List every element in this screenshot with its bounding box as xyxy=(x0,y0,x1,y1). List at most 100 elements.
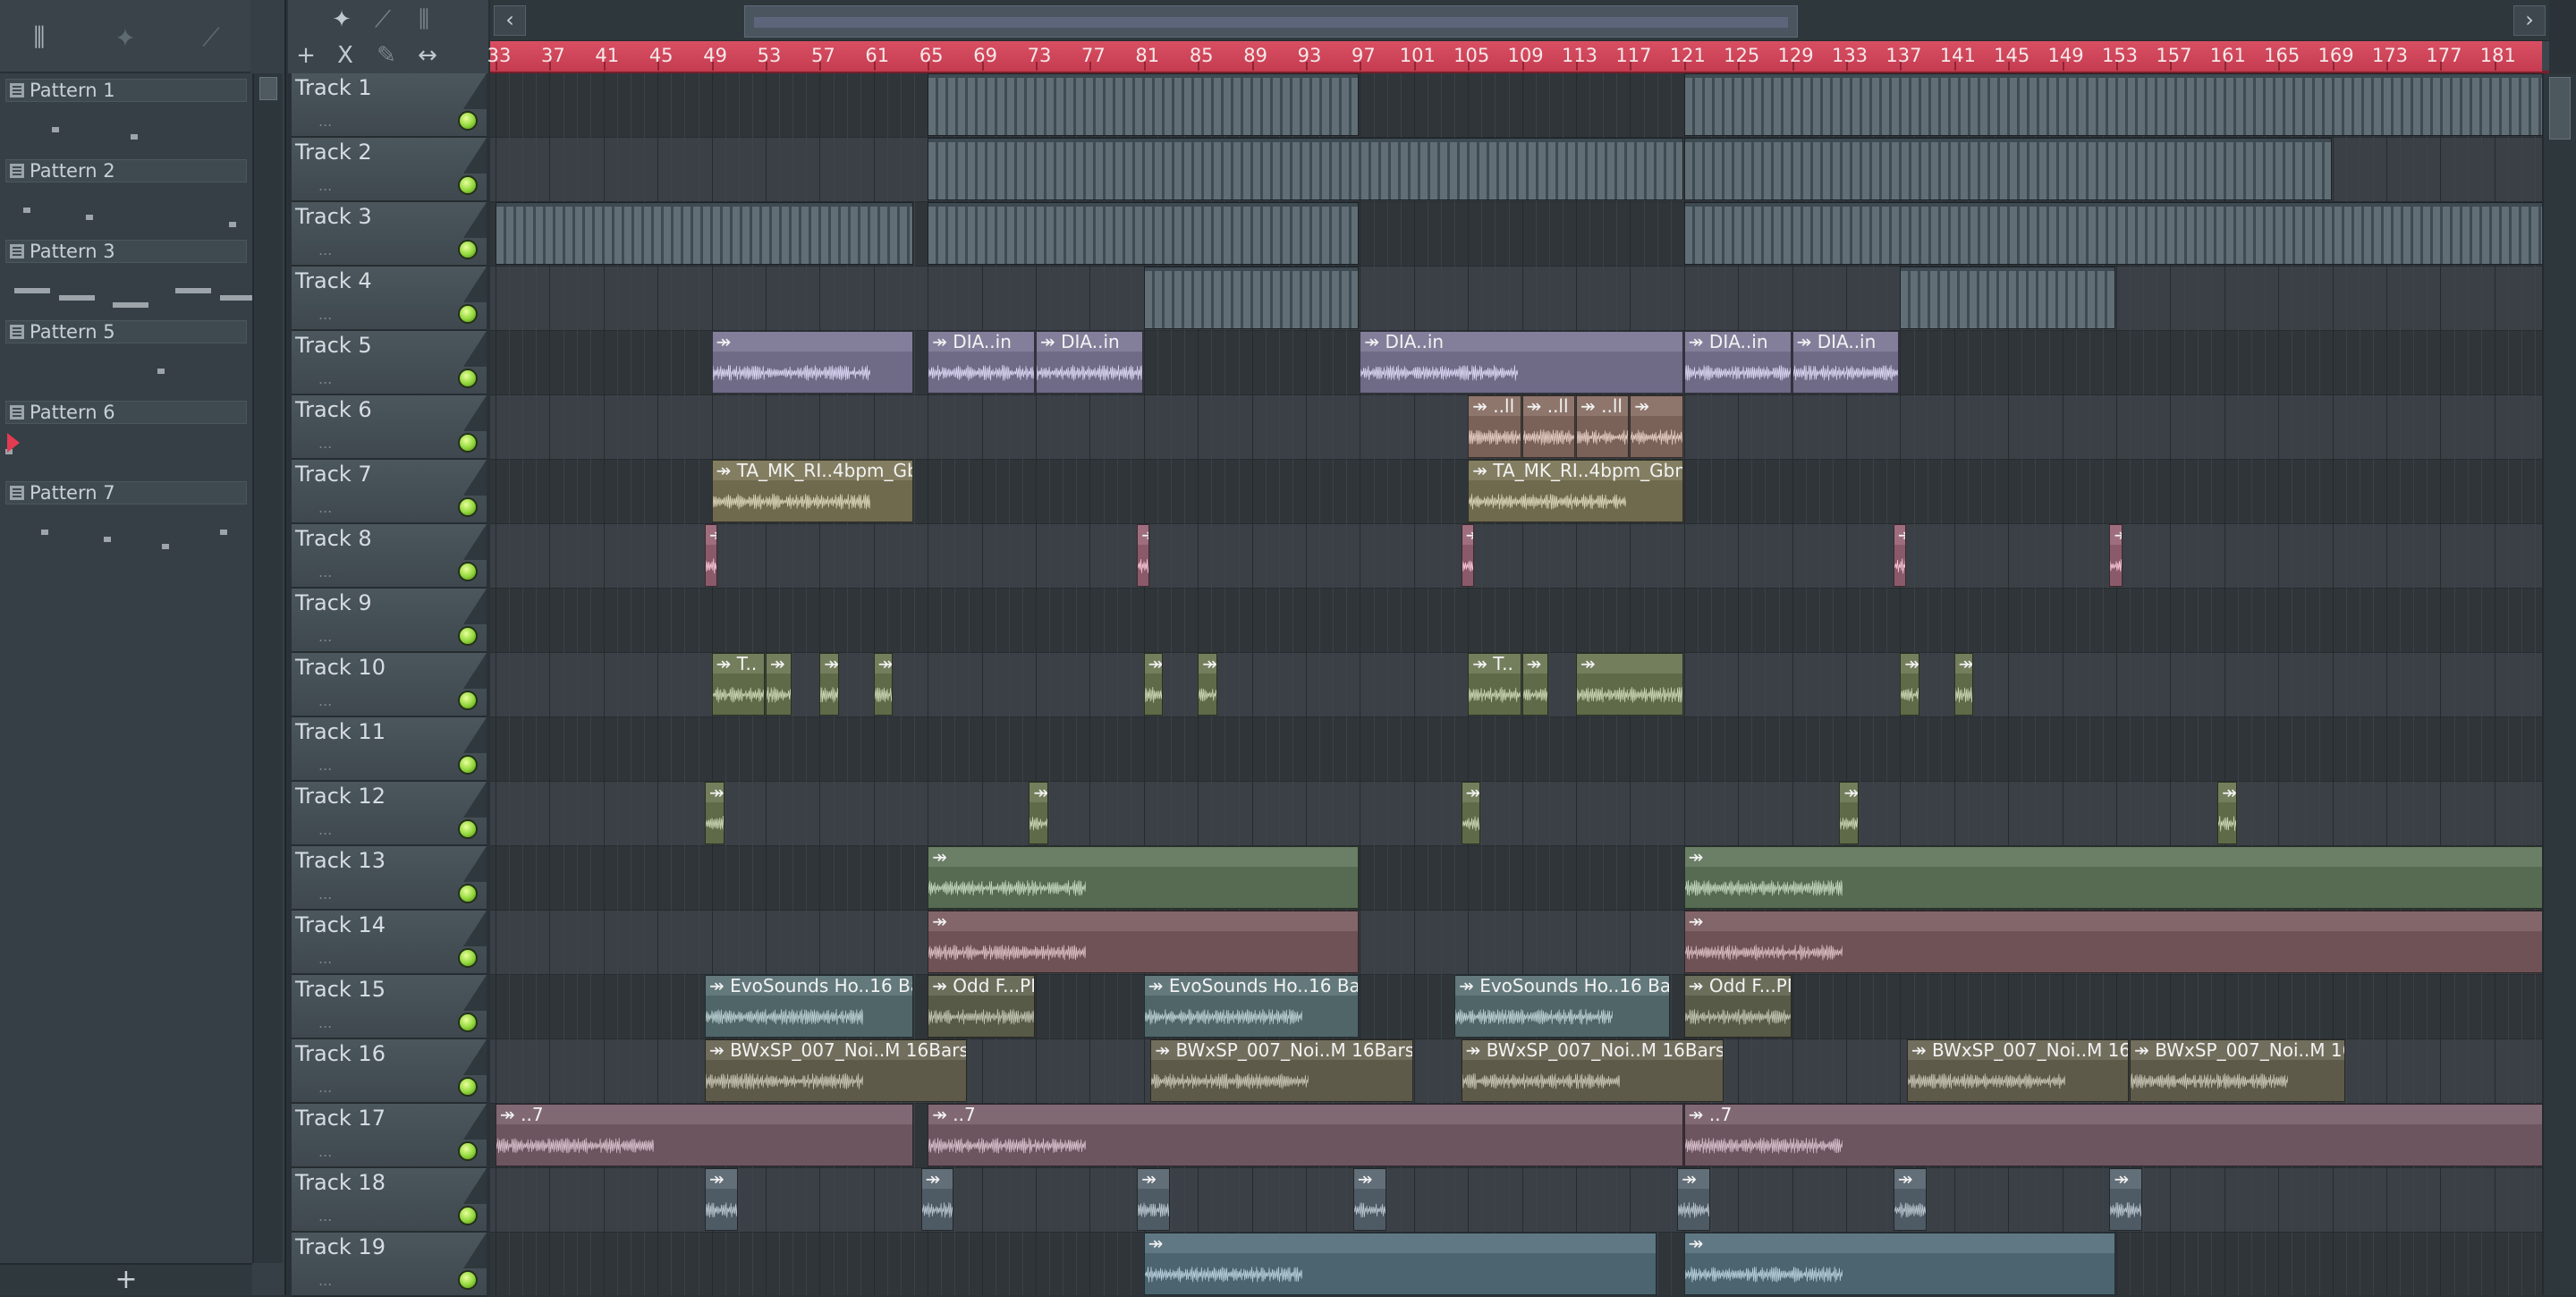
audio-clip[interactable]: ↠ xyxy=(705,1168,738,1231)
track-mute-led-icon[interactable] xyxy=(458,240,478,259)
audio-clip[interactable]: ↠ xyxy=(1461,782,1481,844)
pattern-clip[interactable] xyxy=(1143,267,1360,329)
audio-clip[interactable]: ↠ xyxy=(1576,653,1683,716)
audio-clip[interactable]: ↠ ..ll xyxy=(1468,395,1521,458)
track-mute-led-icon[interactable] xyxy=(458,1013,478,1032)
track-options-dots[interactable]: ... xyxy=(318,435,332,452)
track-options-dots[interactable]: ... xyxy=(318,1208,332,1225)
track-options-dots[interactable]: ... xyxy=(318,821,332,838)
pattern-item[interactable]: Pattern 7 xyxy=(5,476,247,556)
track-mute-led-icon[interactable] xyxy=(458,304,478,324)
track-options-dots[interactable]: ... xyxy=(318,757,332,774)
audio-clip[interactable]: ↠ xyxy=(1900,653,1920,716)
audio-clip[interactable]: ↠ xyxy=(819,653,840,716)
track-options-dots[interactable]: ... xyxy=(318,1014,332,1031)
pattern-clip[interactable] xyxy=(1683,138,2332,200)
audio-clip[interactable]: ↠ xyxy=(766,653,792,716)
track-header[interactable]: Track 17... xyxy=(292,1104,487,1168)
add-track-button[interactable]: + xyxy=(288,39,324,72)
audio-clip[interactable]: ↠ BWxSP_007_Noi..M 16Bars+Tail xyxy=(705,1039,968,1102)
track-options-dots[interactable]: ... xyxy=(318,113,332,130)
track-mute-led-icon[interactable] xyxy=(458,369,478,388)
overview-window[interactable] xyxy=(744,5,1798,38)
scroll-right-button[interactable]: › xyxy=(2513,5,2546,36)
pattern-label[interactable]: Pattern 5 xyxy=(5,320,247,343)
vertical-scroll-thumb[interactable] xyxy=(2549,77,2571,140)
pattern-clip[interactable] xyxy=(1683,202,2542,265)
audio-clip[interactable]: ↠ ..ll xyxy=(1576,395,1630,458)
track-lane[interactable] xyxy=(490,1168,2542,1233)
audio-clip[interactable]: ↠ xyxy=(1461,524,1474,587)
track-header[interactable]: Track 3... xyxy=(292,202,487,267)
add-pattern-button[interactable]: + xyxy=(0,1263,252,1295)
track-mute-led-icon[interactable] xyxy=(458,948,478,968)
track-options-dots[interactable]: ... xyxy=(318,499,332,516)
audio-clip[interactable]: ↠ xyxy=(711,331,914,394)
track-header[interactable]: Track 5... xyxy=(292,331,487,395)
track-options-dots[interactable]: ... xyxy=(318,370,332,387)
track-lane[interactable] xyxy=(490,589,2542,653)
track-mute-led-icon[interactable] xyxy=(458,1141,478,1161)
track-lane[interactable] xyxy=(490,267,2542,331)
audio-clip[interactable]: ↠ ..7 xyxy=(496,1104,914,1166)
audio-clip[interactable]: ↠ xyxy=(2217,782,2237,844)
playlist-grid[interactable]: ↠ ↠ DIA..in ↠ DIA..in ↠ DIA..in ↠ DIA..in ↠ D… xyxy=(490,73,2542,1295)
timeline-ruler[interactable]: 33 37 41 45 49 53 57 61 65 69 73 77 81 85 89 93 97 101 105… xyxy=(487,41,2549,73)
track-header[interactable]: Track 15... xyxy=(292,975,487,1039)
track-header[interactable]: Track 2... xyxy=(292,138,487,202)
audio-clip[interactable]: ↠ TA_MK_RI..4bpm_Gbm xyxy=(711,460,914,522)
track-options-dots[interactable]: ... xyxy=(318,564,332,581)
audio-clip[interactable]: ↠ xyxy=(928,846,1360,909)
audio-clip[interactable]: ↠ xyxy=(928,911,1360,973)
track-mute-led-icon[interactable] xyxy=(458,111,478,131)
track-header[interactable]: Track 4... xyxy=(292,267,487,331)
pattern-clip[interactable] xyxy=(928,73,1360,136)
piano-roll-icon[interactable]: ⫼ xyxy=(20,21,59,54)
track-header[interactable]: Track 18... xyxy=(292,1168,487,1233)
playlist-vertical-scrollbar[interactable] xyxy=(2542,73,2576,1295)
pattern-clip[interactable] xyxy=(1683,73,2542,136)
track-mute-led-icon[interactable] xyxy=(458,175,478,195)
pattern-clip[interactable] xyxy=(928,202,1360,265)
pattern-item[interactable]: Pattern 1 xyxy=(5,73,247,154)
scroll-left-button[interactable]: ‹ xyxy=(494,5,526,36)
picker-scrollbar[interactable] xyxy=(252,73,283,1263)
pattern-label[interactable]: Pattern 7 xyxy=(5,481,247,504)
audio-clip[interactable]: ↠ T.. xyxy=(711,653,765,716)
audio-clip[interactable]: ↠ EvoSounds Ho..16 Bars xyxy=(1143,975,1360,1038)
pattern-label[interactable]: Pattern 1 xyxy=(5,79,247,102)
picker-scroll-thumb[interactable] xyxy=(259,77,277,100)
audio-clip[interactable]: ↠ xyxy=(920,1168,954,1231)
audio-clip[interactable]: ↠ xyxy=(1677,1168,1710,1231)
pencil-tool-icon[interactable]: ✎ xyxy=(369,39,404,72)
automation-icon[interactable]: ⟋ xyxy=(191,21,231,54)
track-options-dots[interactable]: ... xyxy=(318,177,332,194)
track-mute-led-icon[interactable] xyxy=(458,626,478,646)
audio-clip[interactable]: ↠ xyxy=(1893,524,1906,587)
audio-clip[interactable]: ↠ ..7 xyxy=(1683,1104,2542,1166)
track-header[interactable]: Track 8... xyxy=(292,524,487,589)
audio-clip[interactable]: ↠ xyxy=(1630,395,1683,458)
track-mute-led-icon[interactable] xyxy=(458,497,478,517)
track-header[interactable]: Track 10... xyxy=(292,653,487,717)
line-tool-icon[interactable]: ⟋ xyxy=(365,4,401,36)
audio-clip[interactable]: ↠ xyxy=(1143,653,1164,716)
track-options-dots[interactable]: ... xyxy=(318,1272,332,1289)
audio-clip[interactable]: ↠ ..7 xyxy=(928,1104,1683,1166)
pattern-clip[interactable] xyxy=(496,202,914,265)
track-lane[interactable] xyxy=(490,717,2542,782)
audio-clip[interactable]: ↠ xyxy=(705,782,724,844)
waveform-snap-icon[interactable]: ✦ xyxy=(324,4,360,36)
audio-clip[interactable]: ↠ DIA..in xyxy=(1792,331,1900,394)
track-options-dots[interactable]: ... xyxy=(318,950,332,967)
audio-clip[interactable]: ↠ xyxy=(1137,1168,1170,1231)
audio-clip[interactable]: ↠ EvoSounds Ho..16 Bars xyxy=(1454,975,1670,1038)
track-header[interactable]: Track 9... xyxy=(292,589,487,653)
track-mute-led-icon[interactable] xyxy=(458,433,478,453)
track-mute-led-icon[interactable] xyxy=(458,755,478,775)
audio-clip[interactable]: ↠ xyxy=(1839,782,1860,844)
audio-clip[interactable]: ↠ xyxy=(1029,782,1049,844)
audio-clip[interactable]: ↠ xyxy=(1521,653,1548,716)
audio-clip[interactable]: ↠ DIA..in xyxy=(1360,331,1683,394)
audio-clip[interactable]: ↠ xyxy=(1143,1233,1657,1295)
